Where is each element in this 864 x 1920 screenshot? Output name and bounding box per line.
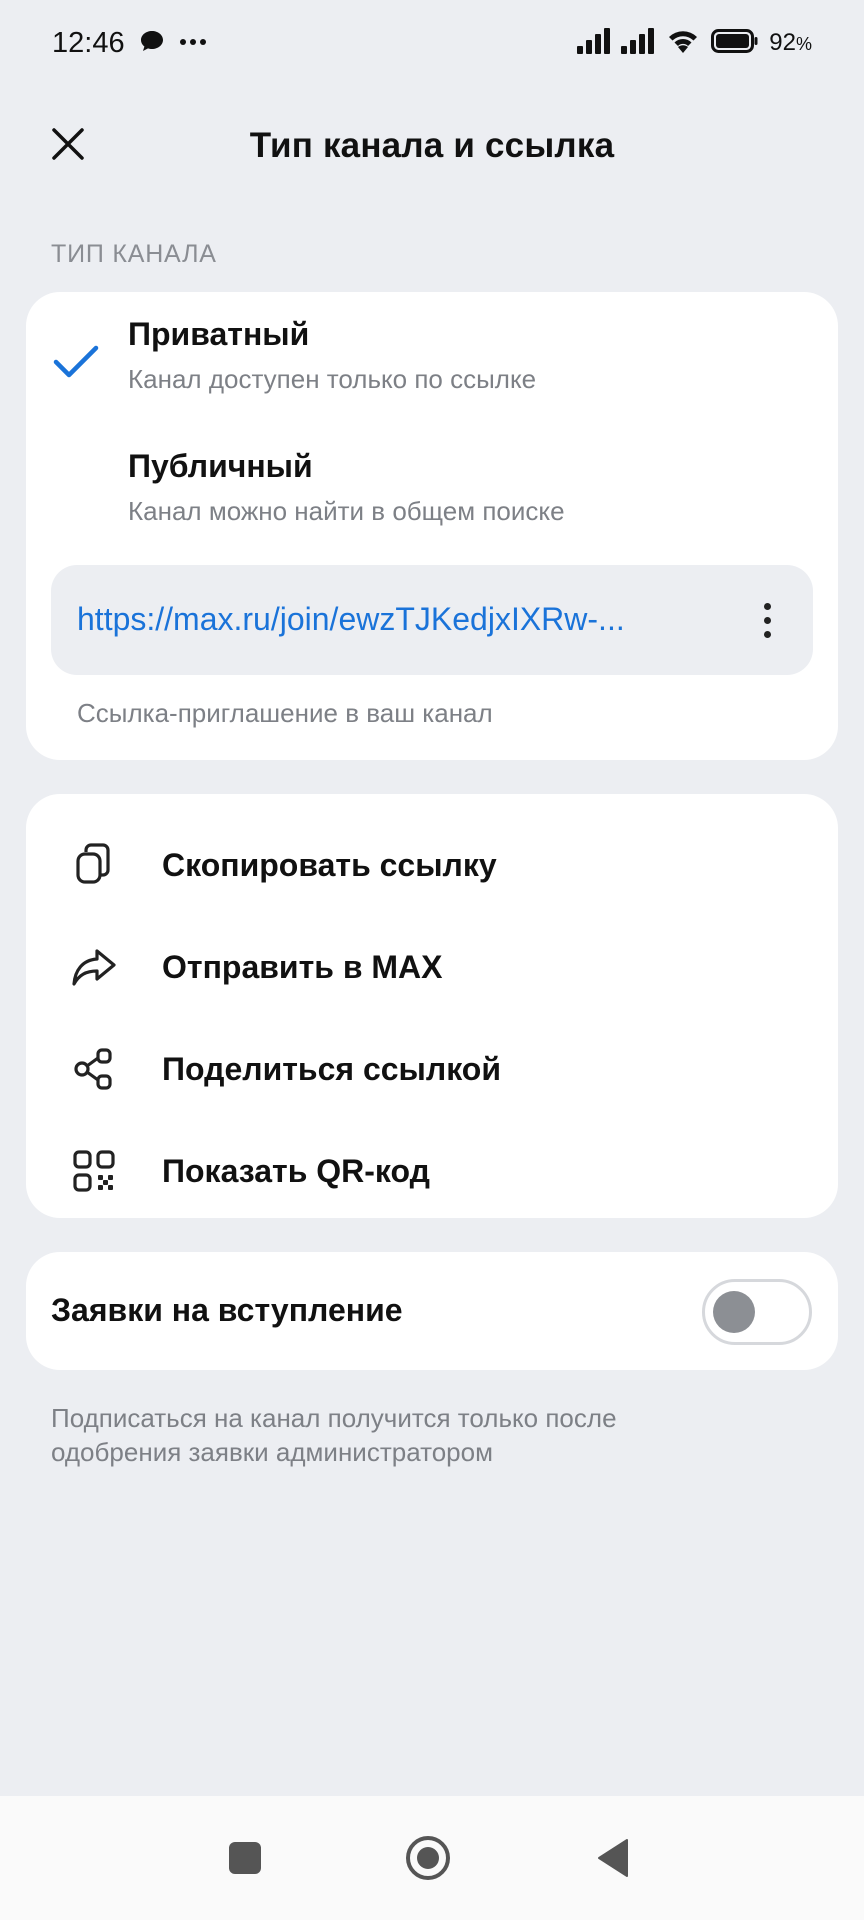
close-icon xyxy=(52,128,84,160)
send-to-max-button[interactable]: Отправить в MAX xyxy=(26,916,838,1018)
status-time: 12:46 xyxy=(52,26,125,59)
join-requests-card: Заявки на вступление xyxy=(26,1252,838,1370)
system-nav-bar xyxy=(0,1796,864,1920)
invite-link-caption: Ссылка-приглашение в ваш канал xyxy=(77,698,493,728)
back-button[interactable] xyxy=(583,1828,643,1888)
wifi-icon xyxy=(665,27,701,60)
signal-icon xyxy=(577,27,611,59)
close-button[interactable] xyxy=(40,116,96,172)
actions-card: Скопировать ссылку Отправить в MAX Подел… xyxy=(26,794,838,1218)
chat-bubble-icon xyxy=(139,29,165,58)
action-label: Поделиться ссылкой xyxy=(162,1050,501,1087)
checkmark-icon xyxy=(53,345,99,378)
home-button[interactable] xyxy=(398,1828,458,1888)
channel-type-card: Приватный Канал доступен только по ссылк… xyxy=(26,292,838,760)
forward-icon xyxy=(70,943,118,991)
back-icon xyxy=(598,1839,628,1877)
more-vert-button[interactable] xyxy=(747,593,787,647)
option-subtitle: Канал доступен только по ссылке xyxy=(128,364,537,394)
share-icon xyxy=(70,1045,118,1093)
screen: 12:46 92% Тип канала и ссылка ТИП КАНАЛА… xyxy=(0,0,864,1920)
more-vert-icon xyxy=(763,602,771,610)
option-private[interactable]: Приватный Канал доступен только по ссылк… xyxy=(26,292,838,412)
share-link-button[interactable]: Поделиться ссылкой xyxy=(26,1018,838,1120)
action-label: Отправить в MAX xyxy=(162,948,443,985)
invite-link-box[interactable]: https://max.ru/join/ewzTJKedjxIXRw-... xyxy=(51,565,813,675)
action-label: Скопировать ссылку xyxy=(162,846,497,883)
option-subtitle: Канал можно найти в общем поиске xyxy=(128,496,565,526)
more-horiz-icon xyxy=(179,34,207,52)
copy-icon xyxy=(70,841,118,889)
recents-button[interactable] xyxy=(215,1828,275,1888)
option-title: Публичный xyxy=(128,448,313,484)
show-qr-button[interactable]: Показать QR-код xyxy=(26,1120,838,1222)
page-title: Тип канала и ссылка xyxy=(249,126,615,165)
header: Тип канала и ссылка xyxy=(0,100,864,192)
join-requests-label: Заявки на вступление xyxy=(51,1292,403,1328)
invite-link[interactable]: https://max.ru/join/ewzTJKedjxIXRw-... xyxy=(77,601,667,638)
copy-link-button[interactable]: Скопировать ссылку xyxy=(26,814,838,916)
join-requests-footnote: Подписаться на канал получится только по… xyxy=(51,1403,617,1467)
toggle-knob xyxy=(713,1291,755,1333)
qr-code-icon xyxy=(70,1147,118,1195)
section-label-channel-type: ТИП КАНАЛА xyxy=(51,240,217,268)
home-icon xyxy=(406,1836,450,1880)
option-title: Приватный xyxy=(128,316,310,352)
action-label: Показать QR-код xyxy=(162,1152,430,1189)
battery-icon xyxy=(711,28,759,59)
recents-icon xyxy=(229,1842,261,1874)
option-public[interactable]: Публичный Канал можно найти в общем поис… xyxy=(26,424,838,544)
status-bar: 12:46 92% xyxy=(0,0,864,86)
join-requests-toggle[interactable] xyxy=(702,1279,812,1345)
battery-level: 92% xyxy=(769,29,812,56)
signal-icon xyxy=(621,27,655,59)
